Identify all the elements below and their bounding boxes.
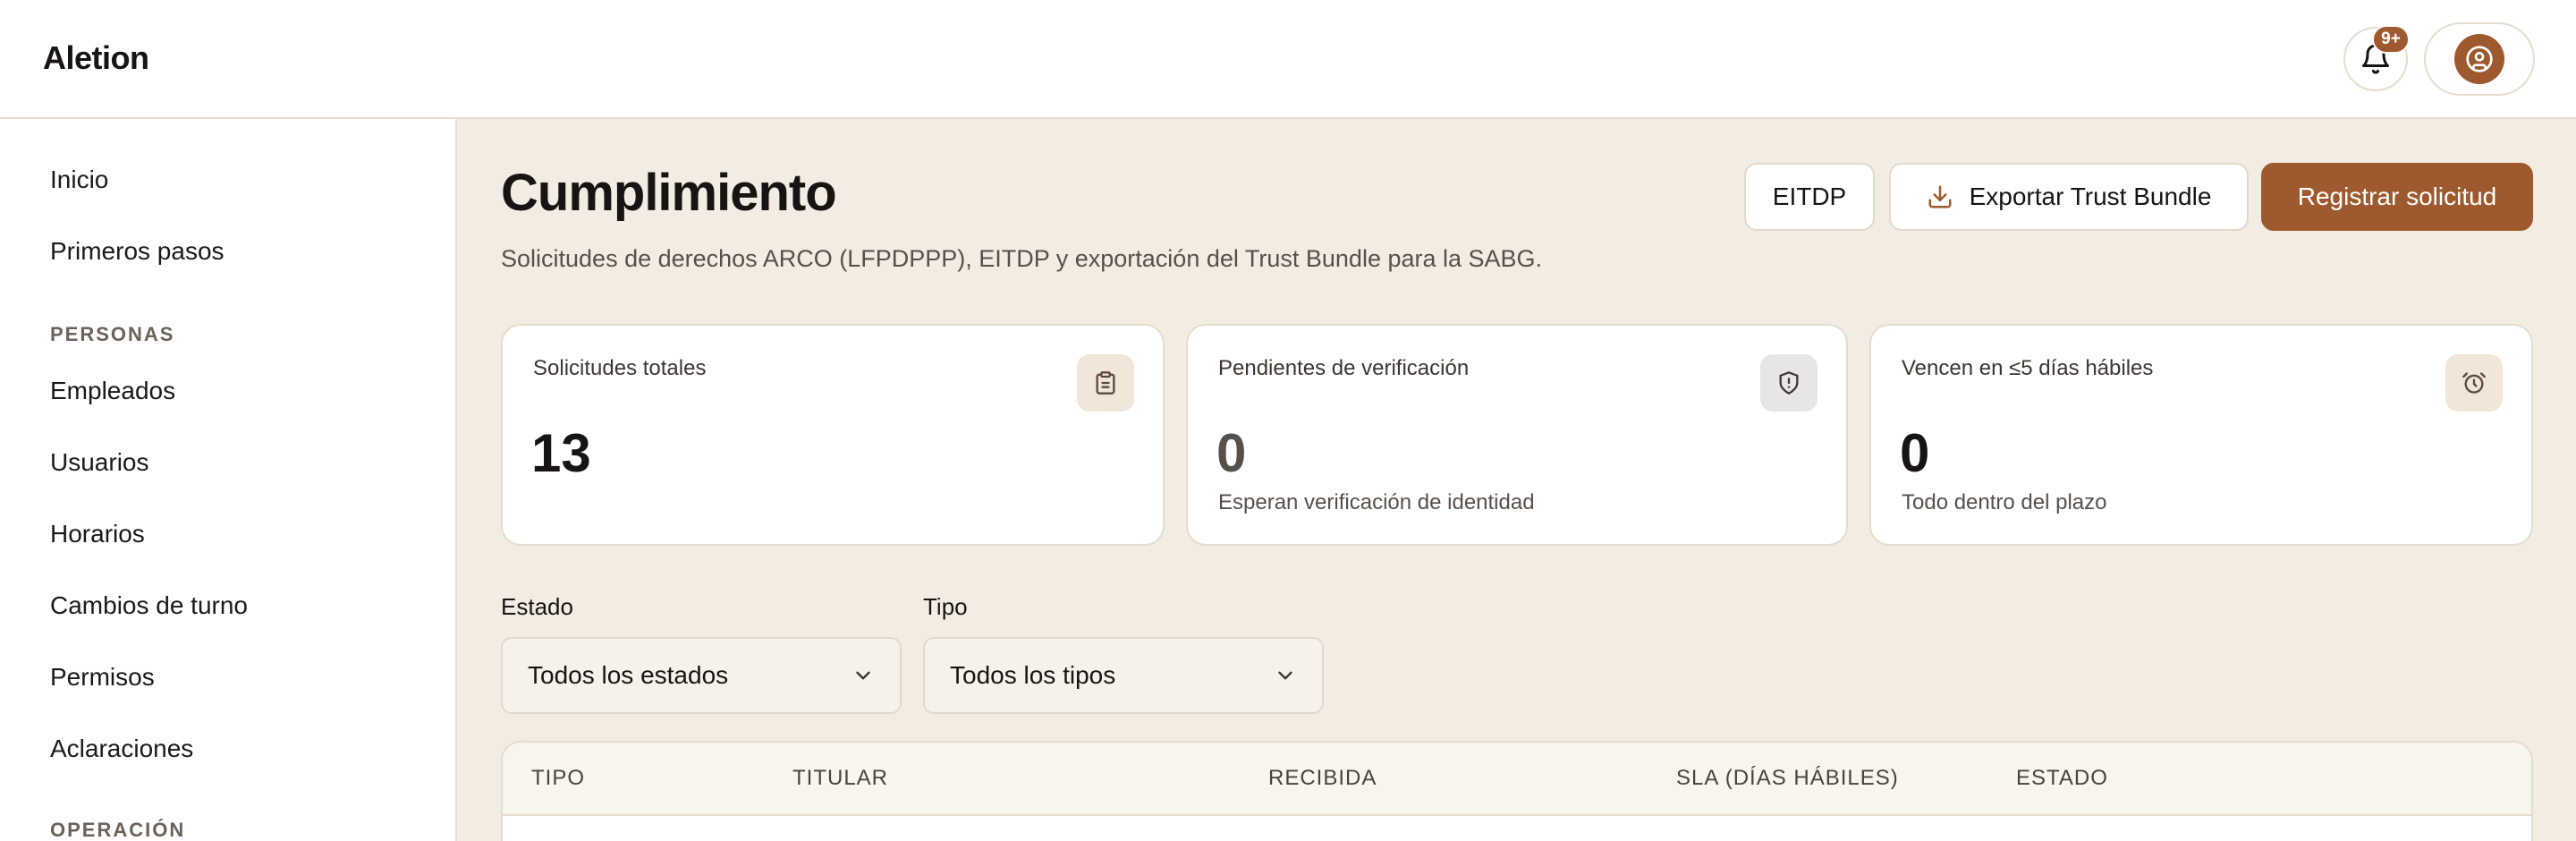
sidebar-section-operacion: OPERACIÓN — [50, 819, 186, 841]
eitdp-button-label: EITDP — [1772, 183, 1847, 210]
tipo-filter-label: Tipo — [923, 593, 968, 620]
stat-card-label: Vencen en ≤5 días hábiles — [1902, 356, 2154, 380]
chevron-down-icon — [1278, 671, 1292, 680]
tipo-select-value: Todos los tipos — [950, 661, 1116, 689]
sidebar-item-inicio[interactable]: Inicio — [50, 166, 108, 194]
tipo-select[interactable]: Todos los tipos — [923, 637, 1324, 714]
column-header-tipo[interactable]: TIPO — [531, 766, 585, 791]
chevron-down-icon — [856, 671, 870, 680]
top-bar: Aletion 9+ — [0, 0, 2576, 119]
register-request-button[interactable]: Registrar solicitud — [2261, 163, 2533, 231]
stat-card-due-soon: Vencen en ≤5 días hábiles 0 Todo dentro … — [1869, 324, 2533, 546]
sidebar: Inicio Primeros pasos PERSONAS Empleados… — [0, 119, 457, 841]
stat-card-icon-box — [2445, 354, 2503, 412]
sidebar-section-personas: PERSONAS — [50, 323, 175, 345]
page-title: Cumplimiento — [501, 164, 837, 222]
column-header-titular[interactable]: TITULAR — [792, 766, 888, 791]
register-button-label: Registrar solicitud — [2297, 183, 2497, 210]
estado-select[interactable]: Todos los estados — [501, 637, 902, 714]
eitdp-button[interactable]: EITDP — [1744, 163, 1875, 231]
estado-filter-label: Estado — [501, 593, 573, 620]
sidebar-item-horarios[interactable]: Horarios — [50, 520, 145, 548]
stat-card-icon-box — [1077, 354, 1134, 412]
alarm-clock-icon — [2462, 372, 2486, 394]
sidebar-item-usuarios[interactable]: Usuarios — [50, 448, 148, 477]
stat-card-label: Solicitudes totales — [533, 356, 707, 380]
requests-table: TIPO TITULAR RECIBIDA SLA (DÍAS HÁBILES)… — [501, 741, 2533, 841]
sidebar-item-permisos[interactable]: Permisos — [50, 663, 155, 692]
clipboard-icon — [1096, 371, 1115, 395]
stat-card-pending-verification: Pendientes de verificación 0 Esperan ver… — [1186, 324, 1848, 546]
user-menu-button[interactable] — [2424, 22, 2535, 96]
notifications-badge: 9+ — [2372, 25, 2410, 54]
stat-card-icon-box — [1760, 354, 1818, 412]
shield-alert-icon — [1779, 371, 1799, 395]
user-circle-icon — [2466, 46, 2493, 72]
stat-card-label: Pendientes de verificación — [1218, 356, 1470, 380]
avatar — [2454, 34, 2504, 84]
column-header-recibida[interactable]: RECIBIDA — [1268, 766, 1377, 791]
stat-card-value: 0 — [1900, 423, 1930, 483]
stat-card-hint: Todo dentro del plazo — [1902, 490, 2107, 514]
sidebar-item-aclaraciones[interactable]: Aclaraciones — [50, 735, 193, 763]
page-subtitle: Solicitudes de derechos ARCO (LFPDPPP), … — [501, 245, 1543, 272]
table-header: TIPO TITULAR RECIBIDA SLA (DÍAS HÁBILES)… — [503, 743, 2531, 816]
stat-card-value: 13 — [531, 423, 591, 483]
export-button-label: Exportar Trust Bundle — [1969, 183, 2212, 210]
download-icon — [1928, 185, 1952, 208]
column-header-sla[interactable]: SLA (DÍAS HÁBILES) — [1676, 766, 1899, 791]
sidebar-item-primeros-pasos[interactable]: Primeros pasos — [50, 237, 225, 266]
sidebar-item-empleados[interactable]: Empleados — [50, 377, 175, 405]
stat-card-hint: Esperan verificación de identidad — [1218, 490, 1535, 514]
export-trust-bundle-button[interactable]: Exportar Trust Bundle — [1889, 163, 2249, 231]
estado-select-value: Todos los estados — [528, 661, 729, 689]
column-header-estado[interactable]: ESTADO — [2016, 766, 2108, 791]
sidebar-item-cambios-de-turno[interactable]: Cambios de turno — [50, 591, 248, 620]
stat-card-total: Solicitudes totales 13 — [501, 324, 1165, 546]
stat-card-value: 0 — [1216, 423, 1247, 483]
brand-logo[interactable]: Aletion — [43, 39, 149, 77]
